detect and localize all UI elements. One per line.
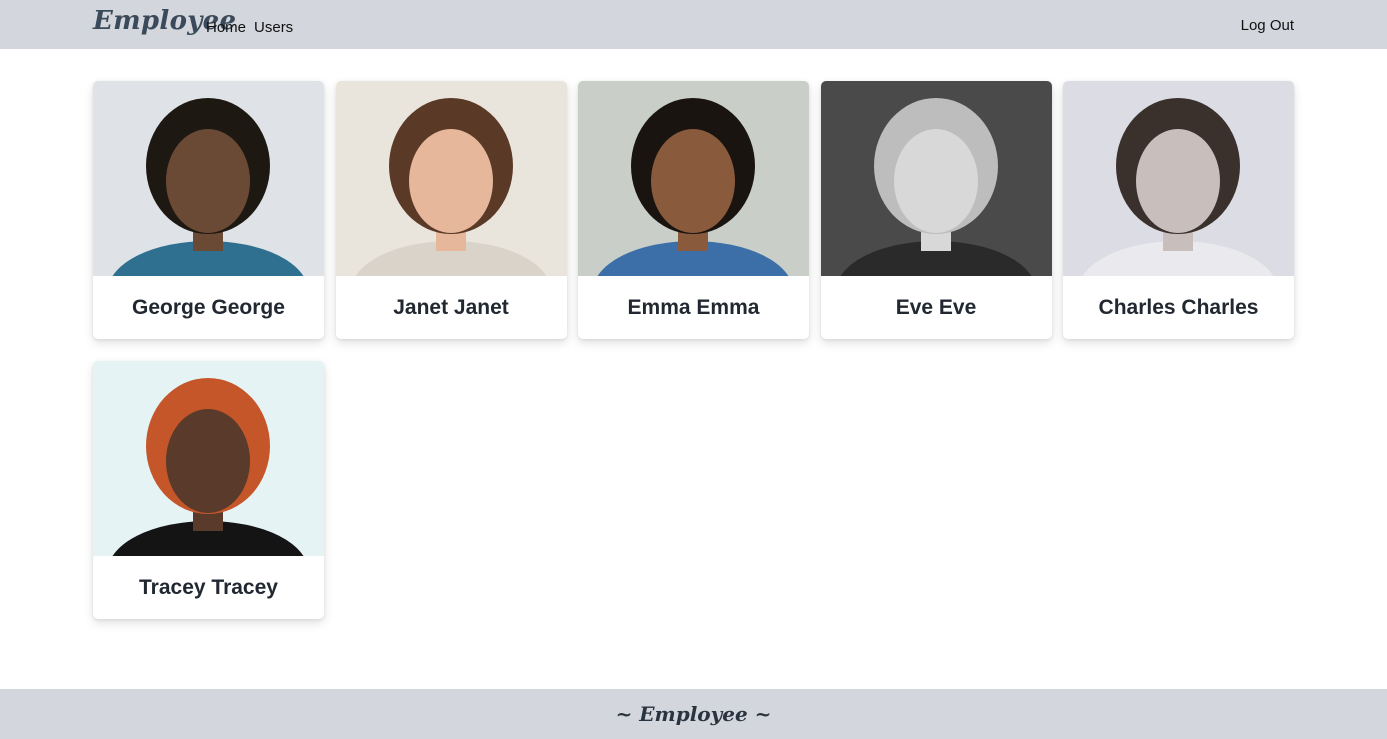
portrait-face xyxy=(893,129,978,233)
employee-photo xyxy=(820,81,1052,276)
employee-card[interactable]: Tracey Tracey xyxy=(93,361,324,619)
employee-grid: George George Janet Janet Emma Emma Eve … xyxy=(93,81,1294,619)
portrait-image xyxy=(93,81,324,276)
portrait-face xyxy=(408,129,493,233)
nav-link-users[interactable]: Users xyxy=(254,19,293,36)
footer-text: ~ Employee ~ xyxy=(615,702,772,726)
employee-name: Janet Janet xyxy=(393,295,509,319)
employee-photo xyxy=(1063,81,1294,276)
top-navbar: Employee Home Users Log Out xyxy=(0,0,1387,49)
nav-link-home[interactable]: Home xyxy=(206,19,246,36)
portrait-face xyxy=(651,129,735,233)
employee-card[interactable]: Janet Janet xyxy=(335,81,567,339)
portrait-image xyxy=(93,361,324,556)
employee-name: Tracey Tracey xyxy=(139,575,278,599)
logout-link[interactable]: Log Out xyxy=(1241,17,1294,34)
portrait-image xyxy=(1063,81,1294,276)
main-nav: Home Users xyxy=(206,19,293,36)
employee-name: Eve Eve xyxy=(895,295,977,319)
portrait-face xyxy=(166,409,250,513)
portrait-face xyxy=(1136,129,1220,233)
portrait-image xyxy=(820,81,1052,276)
portrait-image xyxy=(578,81,809,276)
employee-photo xyxy=(93,361,324,556)
portrait-image xyxy=(335,81,567,276)
page-footer: ~ Employee ~ xyxy=(0,689,1387,739)
employee-name: George George xyxy=(132,295,285,319)
employee-name: Charles Charles xyxy=(1098,295,1259,319)
employee-card[interactable]: Charles Charles xyxy=(1063,81,1294,339)
employee-card[interactable]: Emma Emma xyxy=(578,81,809,339)
portrait-face xyxy=(166,129,250,233)
employee-card[interactable]: Eve Eve xyxy=(820,81,1052,339)
employee-name: Emma Emma xyxy=(627,295,760,319)
employee-photo xyxy=(335,81,567,276)
employee-photo xyxy=(93,81,324,276)
employee-photo xyxy=(578,81,809,276)
employee-card[interactable]: George George xyxy=(93,81,324,339)
